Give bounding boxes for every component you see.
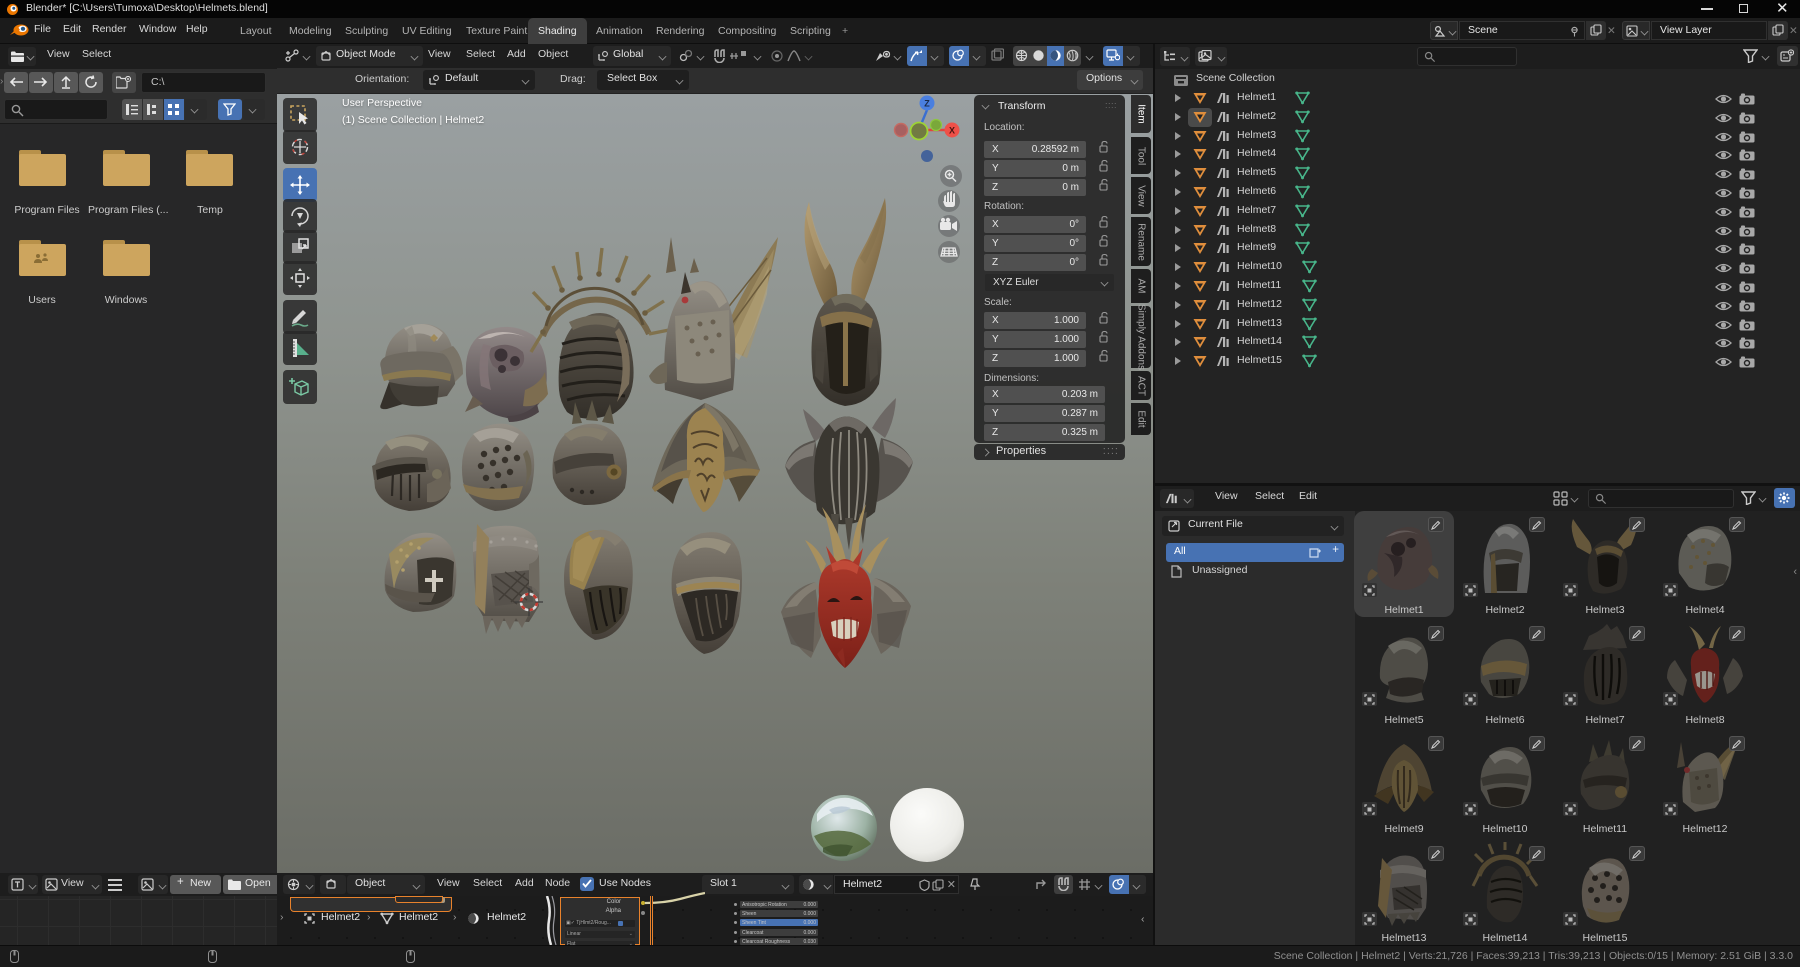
svg-text:Z: Z bbox=[924, 99, 930, 109]
svg-text:X: X bbox=[949, 126, 955, 136]
